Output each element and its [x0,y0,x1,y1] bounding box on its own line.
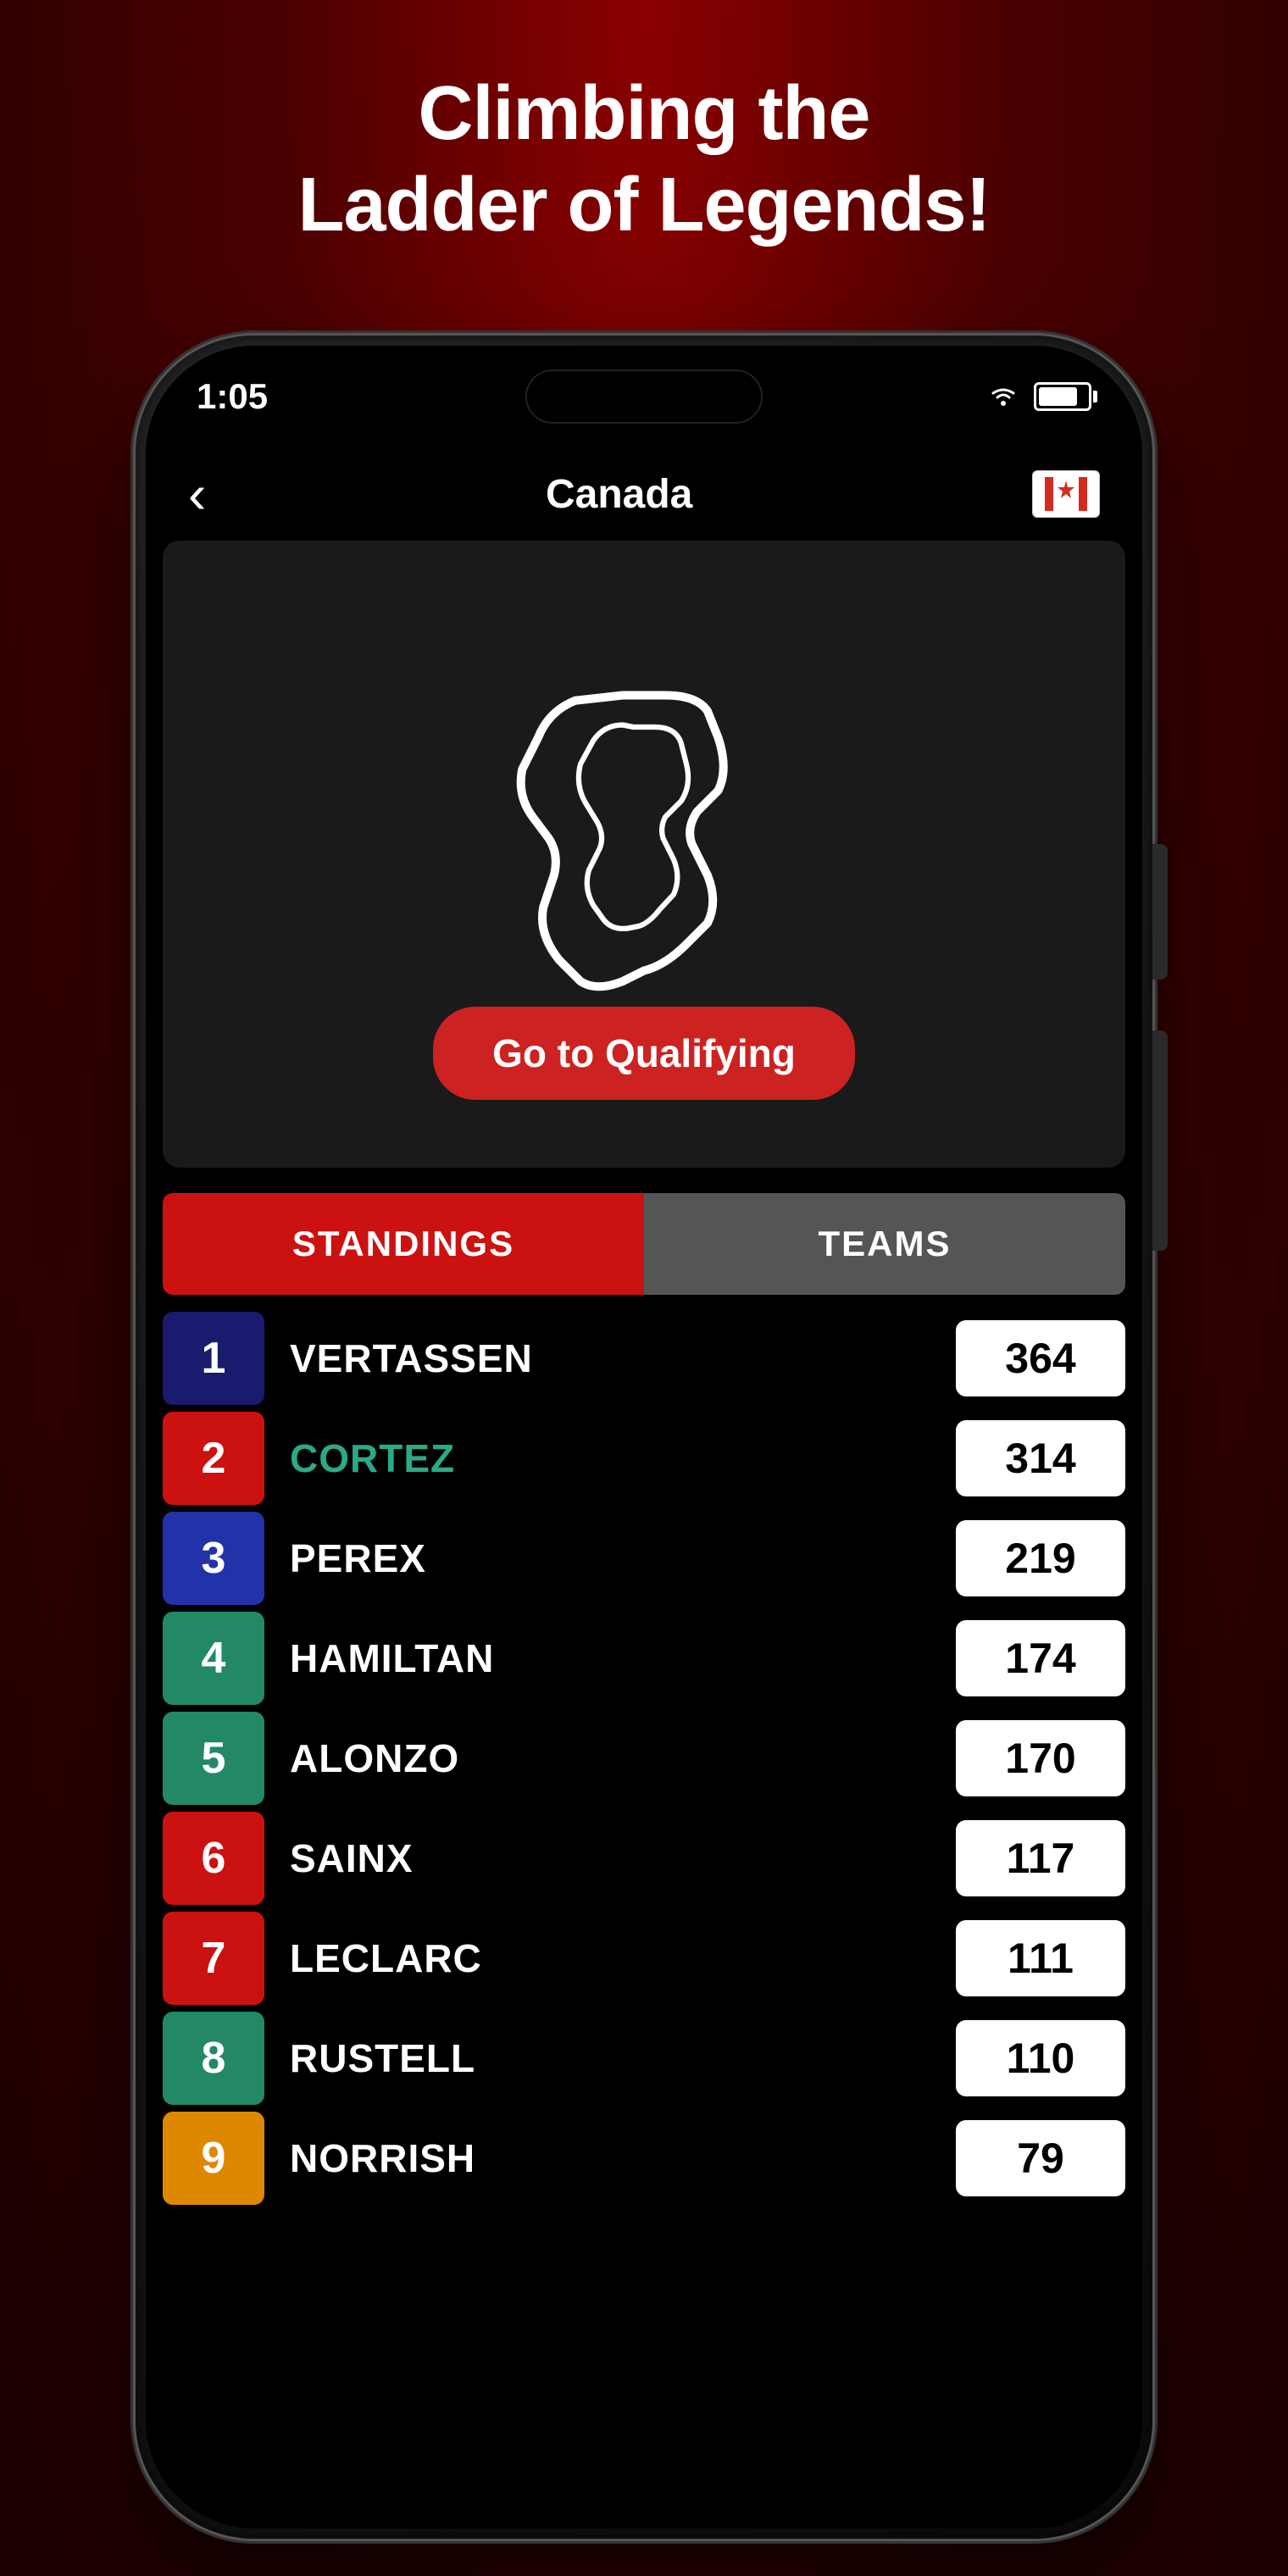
standing-points: 117 [956,1820,1125,1896]
standing-position: 8 [163,2012,264,2105]
tab-standings[interactable]: STANDINGS [163,1193,644,1295]
headline-line1: Climbing the [419,71,870,156]
standing-position: 3 [163,1512,264,1605]
tabs-section: STANDINGS TEAMS [163,1193,1125,1295]
standings-list: 1VERTASSEN3642CORTEZ3143PEREX2194HAMILTA… [163,1312,1125,2205]
back-button[interactable]: ‹ [188,463,206,525]
headline: Climbing the Ladder of Legends! [297,68,990,251]
phone-inner: 1:05 [146,346,1142,2529]
table-row: 4HAMILTAN174 [163,1612,1125,1705]
standing-name: NORRISH [264,2135,956,2181]
track-map [432,642,856,1066]
table-row: 6SAINX117 [163,1812,1125,1905]
table-row: 5ALONZO170 [163,1712,1125,1805]
status-bar: 1:05 [146,346,1142,447]
standing-position: 1 [163,1312,264,1405]
standing-position: 6 [163,1812,264,1905]
battery-icon [1034,382,1091,411]
table-row: 8RUSTELL110 [163,2012,1125,2105]
headline-line2: Ladder of Legends! [297,163,990,247]
nav-bar: ‹ Canada [146,447,1142,541]
phone-outer: 1:05 [136,336,1152,2539]
dynamic-island [525,369,763,424]
table-row: 2CORTEZ314 [163,1412,1125,1505]
standing-position: 2 [163,1412,264,1505]
table-row: 9NORRISH79 [163,2112,1125,2205]
standing-points: 170 [956,1720,1125,1796]
standing-position: 7 [163,1912,264,2005]
table-row: 7LECLARC111 [163,1912,1125,2005]
status-time: 1:05 [197,376,268,417]
standing-name: ALONZO [264,1735,956,1781]
track-section: Go to Qualifying [163,541,1125,1168]
standing-position: 9 [163,2112,264,2205]
table-row: 1VERTASSEN364 [163,1312,1125,1405]
standing-points: 111 [956,1920,1125,1996]
standing-name: RUSTELL [264,2035,956,2081]
standing-name: CORTEZ [264,1435,956,1481]
standing-name: LECLARC [264,1935,956,1981]
standing-points: 110 [956,2020,1125,2096]
standing-points: 174 [956,1620,1125,1696]
standing-name: SAINX [264,1835,956,1881]
wifi-icon [986,379,1020,414]
standing-position: 4 [163,1612,264,1705]
status-icons [986,379,1091,414]
standing-points: 79 [956,2120,1125,2196]
standing-name: HAMILTAN [264,1635,956,1681]
standing-points: 314 [956,1420,1125,1496]
standing-name: VERTASSEN [264,1335,956,1381]
nav-title: Canada [546,471,692,518]
standing-points: 364 [956,1320,1125,1396]
standing-position: 5 [163,1712,264,1805]
canada-flag-icon [1032,470,1100,518]
standing-name: PEREX [264,1535,956,1581]
qualifying-button[interactable]: Go to Qualifying [433,1007,855,1100]
standing-points: 219 [956,1520,1125,1596]
tab-teams[interactable]: TEAMS [644,1193,1125,1295]
table-row: 3PEREX219 [163,1512,1125,1605]
phone-mockup: 1:05 [136,336,1152,2539]
